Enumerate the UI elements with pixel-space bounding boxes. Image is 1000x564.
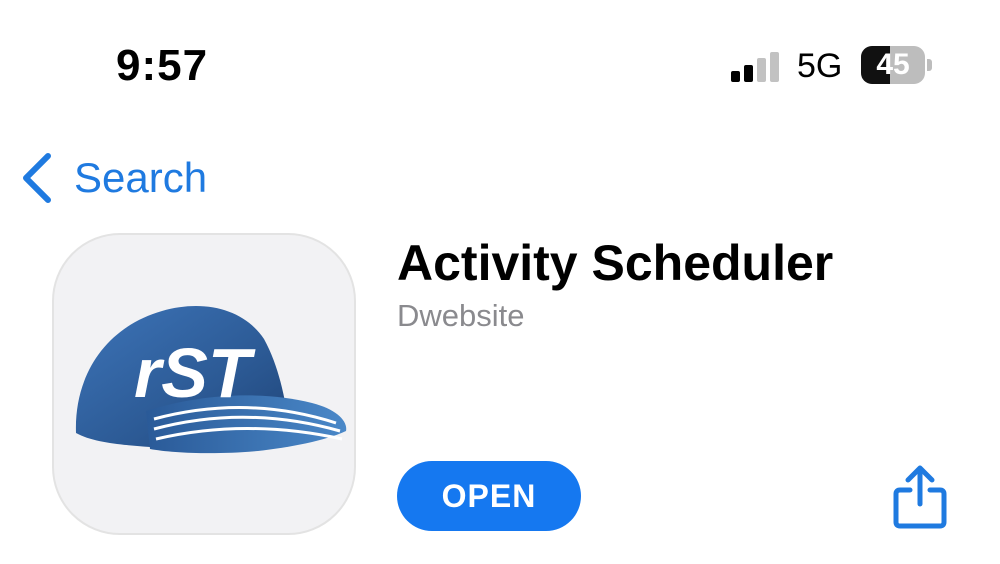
battery-level: 45 — [876, 48, 910, 81]
network-type: 5G — [797, 47, 843, 85]
signal-bar-4 — [770, 52, 779, 82]
open-button[interactable]: OPEN — [397, 461, 581, 531]
app-developer-link[interactable]: Dwebsite — [397, 296, 525, 336]
battery-icon: 45 — [861, 46, 933, 86]
status-time: 9:57 — [116, 41, 209, 90]
signal-bar-3 — [757, 58, 766, 82]
battery-body: 45 — [861, 46, 925, 84]
back-label: Search — [74, 154, 208, 201]
share-icon[interactable] — [892, 464, 948, 530]
chevron-left-icon — [23, 153, 51, 203]
battery-cap — [927, 59, 932, 71]
app-icon-text: rST — [134, 334, 256, 412]
cap-logo: rST — [75, 306, 347, 454]
app-icon: rST — [52, 233, 356, 535]
signal-bar-1 — [731, 71, 740, 82]
signal-bar-2 — [744, 65, 753, 82]
back-button[interactable]: Search — [20, 148, 207, 208]
app-store-page: 9:57 5G 45 Search rST Activity Scheduler… — [0, 0, 1000, 564]
cellular-signal-icon — [731, 52, 779, 82]
app-title: Activity Scheduler — [397, 235, 834, 291]
